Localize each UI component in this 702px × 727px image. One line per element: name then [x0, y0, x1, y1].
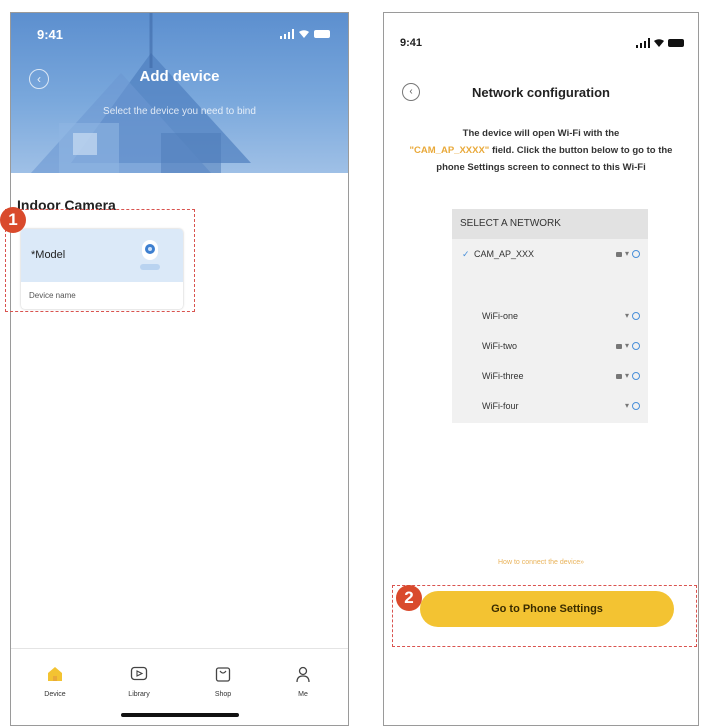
- info-icon[interactable]: [632, 402, 640, 410]
- wifi-icon: ▾: [624, 341, 629, 350]
- info-icon[interactable]: [632, 250, 640, 258]
- network-row-selected[interactable]: ✓ CAM_AP_XXX ▾: [452, 239, 648, 269]
- network-list: SELECT A NETWORK ✓ CAM_AP_XXX ▾ WiFi-one…: [452, 209, 648, 423]
- battery-icon: [668, 39, 684, 47]
- signal-icon: [280, 29, 294, 39]
- wifi-icon: ▾: [624, 401, 629, 410]
- wifi-icon: [299, 30, 309, 38]
- network-name: WiFi-two: [482, 341, 517, 351]
- instruction-text: The device will open Wi-Fi with the "CAM…: [394, 125, 688, 176]
- status-time: 9:41: [400, 37, 423, 49]
- network-status-icons: ▾: [625, 301, 640, 331]
- page-title: Add device: [139, 68, 220, 85]
- wifi-icon: ▾: [624, 371, 629, 380]
- lock-icon: [615, 373, 622, 379]
- status-icons: [280, 29, 330, 39]
- page-subtitle: Select the device you need to bind: [103, 106, 256, 117]
- network-status-icons: ▾: [615, 361, 640, 391]
- wifi-icon: [654, 39, 664, 47]
- network-row[interactable]: WiFi-three ▾: [452, 361, 648, 391]
- home-indicator: [120, 713, 239, 717]
- checkmark-icon: ✓: [462, 249, 470, 259]
- signal-icon: [636, 38, 650, 48]
- wifi-icon: ▾: [624, 249, 629, 258]
- step-1-highlight: [5, 209, 195, 312]
- tab-me-label: Me: [298, 691, 308, 698]
- tab-device-label: Device: [44, 691, 66, 698]
- network-row[interactable]: WiFi-four ▾: [452, 391, 648, 421]
- status-time: 9:41: [37, 27, 64, 42]
- network-list-header: SELECT A NETWORK: [452, 209, 648, 239]
- ssid-highlight: "CAM_AP_XXXX": [409, 145, 490, 156]
- network-name: WiFi-one: [482, 311, 519, 321]
- tab-device[interactable]: Device: [25, 665, 85, 698]
- network-status-icons: ▾: [625, 391, 640, 421]
- wifi-icon: ▾: [624, 311, 629, 320]
- info-icon[interactable]: [632, 342, 640, 350]
- status-bar: 9:41: [11, 27, 348, 47]
- info-icon[interactable]: [632, 312, 640, 320]
- step-2-highlight: [392, 585, 697, 647]
- network-configuration-screen: 9:41 ‹ Network configuration The device …: [383, 12, 699, 726]
- person-icon: [296, 666, 310, 683]
- battery-icon: [314, 30, 330, 38]
- network-status-icons: ▾: [615, 239, 640, 269]
- play-icon: [130, 666, 148, 681]
- home-icon: [48, 667, 62, 681]
- bag-icon: [215, 667, 231, 682]
- network-name: WiFi-four: [482, 401, 519, 411]
- bottom-tab-bar: Device Library Shop Me: [11, 648, 348, 725]
- step-1-badge: 1: [0, 207, 26, 233]
- network-name: CAM_AP_XXX: [474, 249, 535, 259]
- instruction-part-1: The device will open Wi-Fi with the: [462, 128, 620, 139]
- lock-icon: [615, 251, 622, 257]
- lock-icon: [615, 343, 622, 349]
- tab-shop[interactable]: Shop: [193, 665, 253, 698]
- info-icon[interactable]: [632, 372, 640, 380]
- status-icons: [636, 38, 684, 48]
- add-device-screen: 9:41 ‹ Add device Select the device you …: [10, 12, 349, 726]
- network-row[interactable]: WiFi-one ▾: [452, 301, 648, 331]
- tab-library[interactable]: Library: [109, 665, 169, 698]
- network-name: WiFi-three: [482, 371, 524, 381]
- network-row[interactable]: WiFi-two ▾: [452, 331, 648, 361]
- help-link[interactable]: How to connect the device»: [384, 559, 698, 566]
- tab-library-label: Library: [128, 691, 150, 698]
- tab-shop-label: Shop: [214, 691, 232, 698]
- header-banner: 9:41 ‹ Add device Select the device you …: [11, 13, 348, 173]
- page-title: Network configuration: [472, 85, 610, 100]
- tab-me[interactable]: Me: [273, 665, 333, 698]
- step-2-badge: 2: [396, 585, 422, 611]
- network-status-icons: ▾: [615, 331, 640, 361]
